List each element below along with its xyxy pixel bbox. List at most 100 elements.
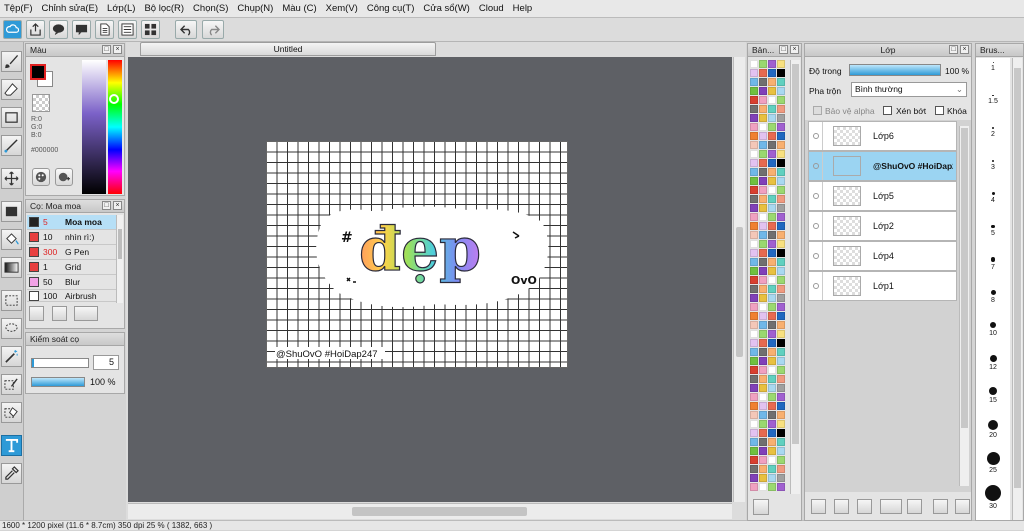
layer-row[interactable]: Lớp1 bbox=[808, 271, 957, 301]
color-swatch[interactable] bbox=[768, 429, 776, 437]
brush-menu-button[interactable] bbox=[74, 306, 98, 321]
color-swatch[interactable] bbox=[750, 204, 758, 212]
menu-item[interactable]: Cửa sổ(W) bbox=[419, 3, 474, 14]
color-swatch[interactable] bbox=[777, 69, 785, 77]
color-swatch[interactable] bbox=[759, 240, 767, 248]
color-swatch[interactable] bbox=[750, 294, 758, 302]
color-swatch[interactable] bbox=[777, 87, 785, 95]
color-swatch[interactable] bbox=[759, 105, 767, 113]
color-swatch[interactable] bbox=[768, 258, 776, 266]
color-swatch[interactable] bbox=[759, 69, 767, 77]
color-swatch[interactable] bbox=[768, 312, 776, 320]
color-swatch[interactable] bbox=[750, 285, 758, 293]
float-icon[interactable]: □ bbox=[779, 45, 788, 54]
share-button[interactable] bbox=[26, 20, 45, 39]
color-swatch[interactable] bbox=[750, 276, 758, 284]
color-swatch[interactable] bbox=[768, 60, 776, 68]
color-swatch[interactable] bbox=[750, 60, 758, 68]
brush-size-option[interactable]: 5 bbox=[979, 224, 1007, 237]
redo-button[interactable] bbox=[202, 20, 224, 39]
color-swatch[interactable] bbox=[768, 231, 776, 239]
color-swatch[interactable] bbox=[750, 339, 758, 347]
brush-size-option[interactable]: 12 bbox=[979, 354, 1007, 371]
color-swatch[interactable] bbox=[750, 177, 758, 185]
foreground-color-swatch[interactable] bbox=[30, 64, 46, 80]
color-swatch[interactable] bbox=[777, 447, 785, 455]
brush-size-scrollbar[interactable] bbox=[1012, 58, 1022, 520]
color-swatch[interactable] bbox=[750, 483, 758, 491]
color-swatch[interactable] bbox=[759, 411, 767, 419]
color-swatch[interactable] bbox=[759, 303, 767, 311]
brush-size-slider[interactable] bbox=[31, 358, 89, 368]
brush-size-input[interactable]: 5 bbox=[93, 355, 119, 370]
menu-item[interactable]: Chụp(N) bbox=[233, 3, 278, 14]
color-swatch[interactable] bbox=[750, 132, 758, 140]
brush-size-option[interactable]: 20 bbox=[979, 419, 1007, 439]
color-swatch[interactable] bbox=[768, 222, 776, 230]
color-swatch[interactable] bbox=[750, 78, 758, 86]
grid-button[interactable] bbox=[141, 20, 160, 39]
undo-button[interactable] bbox=[175, 20, 197, 39]
color-swatch[interactable] bbox=[777, 366, 785, 374]
rectangle-tool-button[interactable] bbox=[1, 107, 22, 128]
color-swatch[interactable] bbox=[777, 177, 785, 185]
close-icon[interactable]: × bbox=[960, 45, 969, 54]
color-swatch[interactable] bbox=[750, 375, 758, 383]
color-swatch[interactable] bbox=[750, 348, 758, 356]
color-swatch[interactable] bbox=[750, 114, 758, 122]
color-swatch[interactable] bbox=[777, 312, 785, 320]
visibility-icon[interactable] bbox=[809, 182, 823, 210]
color-swatch[interactable] bbox=[768, 69, 776, 77]
color-swatch[interactable] bbox=[759, 294, 767, 302]
color-swatch[interactable] bbox=[759, 348, 767, 356]
color-swatch[interactable] bbox=[750, 456, 758, 464]
brush-size-option[interactable]: 10 bbox=[979, 322, 1007, 337]
color-swatch[interactable] bbox=[777, 96, 785, 104]
visibility-icon[interactable] bbox=[809, 272, 823, 300]
color-swatch[interactable] bbox=[759, 150, 767, 158]
color-swatch[interactable] bbox=[777, 465, 785, 473]
color-swatch[interactable] bbox=[750, 420, 758, 428]
menu-item[interactable]: Cloud bbox=[475, 3, 509, 14]
color-swatch[interactable] bbox=[759, 213, 767, 221]
color-swatch[interactable] bbox=[759, 465, 767, 473]
line-tool-button[interactable] bbox=[1, 135, 22, 156]
color-swatch[interactable] bbox=[768, 123, 776, 131]
color-swatch[interactable] bbox=[750, 402, 758, 410]
color-swatch[interactable] bbox=[768, 195, 776, 203]
color-swatch[interactable] bbox=[759, 87, 767, 95]
color-swatch[interactable] bbox=[768, 141, 776, 149]
color-swatch[interactable] bbox=[750, 411, 758, 419]
color-swatch[interactable] bbox=[777, 474, 785, 482]
saturation-value-field[interactable] bbox=[82, 60, 106, 194]
color-swatch[interactable] bbox=[768, 411, 776, 419]
color-swatch[interactable] bbox=[750, 303, 758, 311]
color-swatch[interactable] bbox=[759, 141, 767, 149]
color-swatch[interactable] bbox=[759, 312, 767, 320]
color-swatch[interactable] bbox=[759, 285, 767, 293]
color-swatch[interactable] bbox=[759, 249, 767, 257]
brush-size-option[interactable]: 1 bbox=[979, 62, 1007, 72]
color-swatch[interactable] bbox=[777, 60, 785, 68]
color-swatch[interactable] bbox=[777, 357, 785, 365]
color-swatch[interactable] bbox=[750, 105, 758, 113]
color-swatch[interactable] bbox=[750, 222, 758, 230]
color-swatch[interactable] bbox=[759, 402, 767, 410]
brush-opacity-slider[interactable] bbox=[31, 377, 85, 387]
menu-item[interactable]: Xem(V) bbox=[322, 3, 363, 14]
color-swatch[interactable] bbox=[759, 231, 767, 239]
color-swatch[interactable] bbox=[759, 483, 767, 491]
color-swatch[interactable] bbox=[777, 123, 785, 131]
color-swatch[interactable] bbox=[768, 285, 776, 293]
color-swatch[interactable] bbox=[759, 357, 767, 365]
color-swatch[interactable] bbox=[777, 375, 785, 383]
hue-slider[interactable] bbox=[108, 60, 122, 194]
add-layer-menu-button[interactable] bbox=[880, 499, 902, 514]
new-layer-button[interactable] bbox=[811, 499, 826, 514]
color-swatch[interactable] bbox=[777, 222, 785, 230]
color-swatch[interactable] bbox=[777, 132, 785, 140]
close-icon[interactable]: × bbox=[113, 201, 122, 210]
color-swatch[interactable] bbox=[750, 159, 758, 167]
visibility-icon[interactable] bbox=[809, 242, 823, 270]
color-swatch[interactable] bbox=[768, 249, 776, 257]
